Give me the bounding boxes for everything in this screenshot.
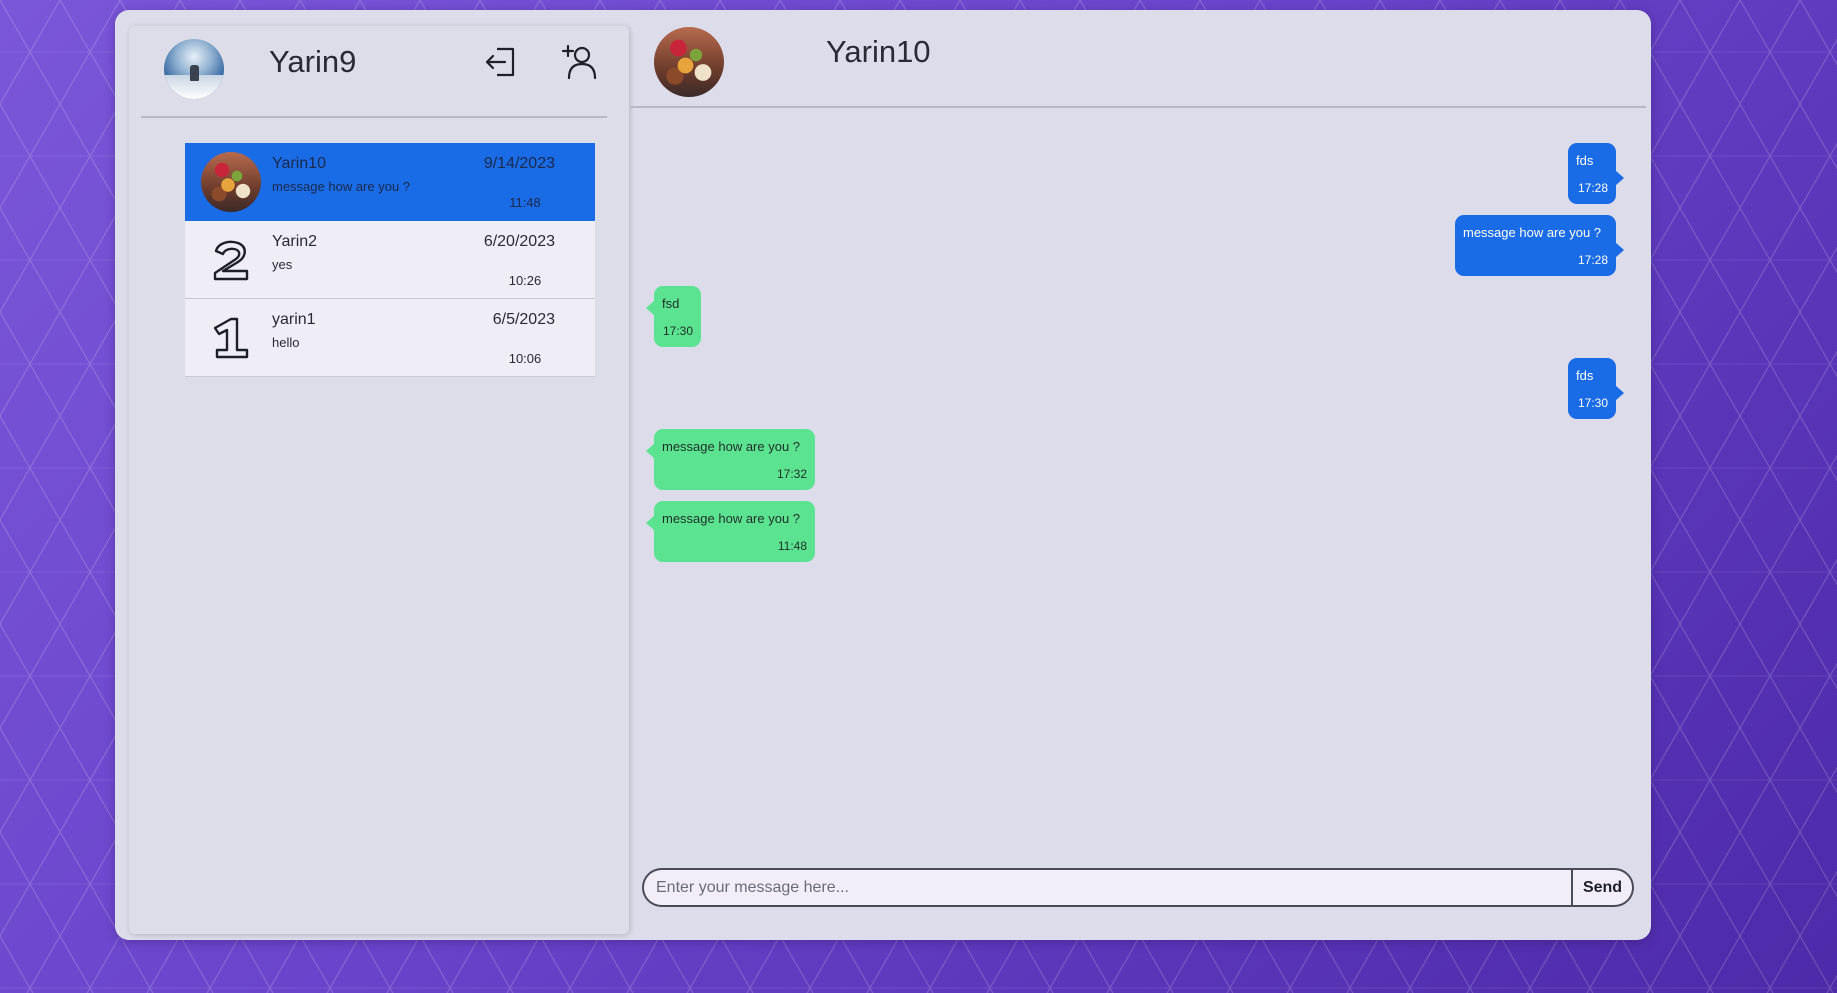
- last-message-time: 11:48: [509, 195, 541, 210]
- contact-avatar: [201, 152, 261, 212]
- message-text: message how are you ?: [662, 439, 801, 454]
- contact-avatar: [201, 230, 261, 290]
- my-avatar: [164, 39, 224, 99]
- message-bubble-sent: message how are you ? 17:28: [1455, 215, 1624, 276]
- message-bubble-sent: fds 17:30: [1568, 358, 1624, 419]
- my-username: Yarin9: [269, 44, 357, 79]
- number-1-icon: [213, 317, 249, 359]
- chat-list: Yarin10 message how are you ? 9/14/2023 …: [185, 143, 595, 377]
- message-text: message how are you ?: [1463, 225, 1602, 240]
- last-message: hello: [272, 335, 300, 350]
- chat-list-item-yarin1[interactable]: yarin1 hello 6/5/2023 10:06: [185, 299, 595, 377]
- message-time: 17:30: [662, 324, 693, 338]
- message-list: fds 17:28 message how are you ? 17:28 fs…: [630, 108, 1651, 868]
- last-message-date: 6/5/2023: [492, 311, 555, 328]
- last-message-time: 10:26: [508, 273, 542, 288]
- add-user-icon: [561, 44, 597, 80]
- last-message-date: 6/20/2023: [483, 233, 555, 250]
- message-time: 17:28: [1577, 253, 1608, 267]
- chat-list-item-yarin10[interactable]: Yarin10 message how are you ? 9/14/2023 …: [185, 143, 595, 221]
- message-composer: Send: [642, 868, 1634, 907]
- message-time: 11:48: [777, 539, 807, 553]
- message-text: fds: [1576, 368, 1594, 383]
- message-bubble-received: fsd 17:30: [646, 286, 701, 347]
- contact-name: Yarin2: [272, 233, 318, 250]
- message-text: fds: [1576, 153, 1594, 168]
- add-contact-button[interactable]: [559, 42, 599, 82]
- contact-avatar: [201, 308, 261, 368]
- last-message: yes: [272, 257, 293, 272]
- message-time: 17:30: [1577, 396, 1608, 410]
- logout-icon: [485, 47, 515, 77]
- last-message: message how are you ?: [272, 179, 411, 194]
- contact-name: yarin1: [272, 311, 316, 328]
- message-time: 17:28: [1577, 181, 1608, 195]
- chat-list-item-yarin2[interactable]: Yarin2 yes 6/20/2023 10:26: [185, 221, 595, 299]
- message-bubble-sent: fds 17:28: [1568, 143, 1624, 204]
- conversation-header: Yarin10: [630, 10, 1646, 108]
- last-message-date: 9/14/2023: [483, 155, 555, 172]
- message-bubble-received: message how are you ? 11:48: [646, 501, 815, 562]
- chat-app-window: Yarin9 Yarin10 message how are you ? 9/1…: [115, 10, 1651, 940]
- send-button[interactable]: Send: [1572, 868, 1634, 907]
- sidebar: Yarin9 Yarin10 message how are you ? 9/1…: [129, 26, 629, 934]
- message-bubble-received: message how are you ? 17:32: [646, 429, 815, 490]
- message-text: message how are you ?: [662, 511, 801, 526]
- number-2-icon: [213, 240, 249, 281]
- message-time: 17:32: [776, 467, 807, 481]
- message-input[interactable]: [642, 868, 1572, 907]
- message-text: fsd: [662, 296, 680, 311]
- peer-name: Yarin10: [826, 34, 931, 69]
- last-message-time: 10:06: [508, 351, 542, 366]
- logout-button[interactable]: [481, 42, 521, 82]
- sidebar-header: Yarin9: [141, 26, 607, 118]
- peer-avatar: [654, 27, 724, 97]
- conversation-panel: Yarin10 fds 17:28 message how are you ? …: [630, 10, 1651, 940]
- contact-name: Yarin10: [272, 155, 326, 172]
- avatar-figure: [190, 65, 199, 81]
